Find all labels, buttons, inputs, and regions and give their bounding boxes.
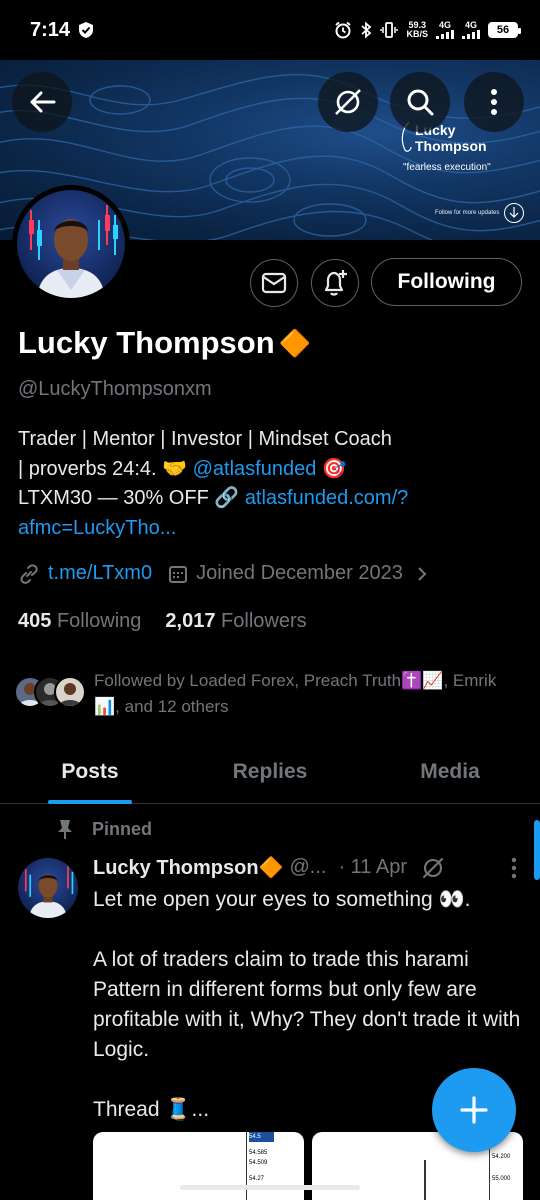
post-author-avatar[interactable] [18, 858, 78, 918]
post-more-icon[interactable] [511, 857, 517, 879]
link-icon [20, 563, 38, 584]
tab-media[interactable]: Media [360, 740, 540, 803]
price-label: 54.5 [249, 1132, 274, 1142]
gesture-home-bar[interactable] [180, 1185, 360, 1190]
more-button[interactable] [464, 72, 524, 132]
alarm-icon [334, 21, 352, 39]
follower-avatar [54, 676, 86, 708]
signal-1-icon: 4G [436, 21, 454, 39]
net-speed-unit: KB/S [406, 29, 428, 39]
grok-icon [335, 89, 361, 115]
status-time-group: 7:14 [30, 19, 94, 42]
verified-emoji: 🔶 [278, 327, 312, 358]
tab-replies[interactable]: Replies [180, 740, 360, 803]
profile-meta: t.me/LTxm0 Joined December 2023 [18, 562, 429, 585]
price-label: 54.27 [249, 1176, 265, 1182]
followers-stat[interactable]: 2,017 Followers [165, 610, 306, 633]
compose-button[interactable] [432, 1068, 516, 1152]
bio-line-3-text: LTXM30 — 30% OFF 🔗 [18, 487, 245, 509]
banner-follow-note: Follow for more updates [435, 210, 500, 216]
profile-handle: @LuckyThompsonxm [18, 378, 212, 400]
status-right: 59.3 KB/S 4G 4G 56 [334, 21, 521, 39]
following-count: 405 [18, 610, 52, 632]
status-time: 7:14 [30, 18, 71, 41]
followers-count: 2,017 [165, 610, 216, 632]
search-button[interactable] [390, 72, 450, 132]
price-label: 54.509 [249, 1160, 268, 1166]
status-bar: 7:14 59.3 KB/S 4G 4G 56 [0, 0, 540, 60]
more-vertical-icon [491, 89, 497, 115]
followed-by[interactable]: Followed by Loaded Forex, Preach Truth✝️… [14, 668, 514, 720]
following-label: Following [56, 610, 142, 632]
price-label: 54.200 [492, 1154, 511, 1160]
profile-stats: 405 Following 2,017 Followers [18, 610, 307, 633]
pin-icon [58, 820, 72, 839]
pinned-label: Pinned [92, 818, 153, 839]
bio-line-1: Trader | Mentor | Investor | Mindset Coa… [18, 428, 392, 450]
battery-level: 56 [496, 24, 510, 36]
notifications-button[interactable] [311, 259, 359, 307]
battery-icon: 56 [488, 22, 521, 38]
brand-line-2: Thompson [415, 138, 487, 154]
display-name-text: Lucky Thompson [18, 325, 275, 360]
banner-tagline: "fearless execution" [403, 162, 491, 173]
shield-check-icon [78, 21, 94, 39]
tab-posts[interactable]: Posts [0, 740, 180, 803]
followed-by-avatars [14, 676, 86, 708]
back-button[interactable] [12, 72, 72, 132]
vibrate-icon [380, 21, 399, 39]
candle-wick [424, 1160, 426, 1200]
signal-1-label: 4G [438, 20, 451, 30]
post-author-name[interactable]: Lucky Thompson🔶 [93, 855, 283, 880]
pinned-indicator: Pinned [56, 818, 152, 840]
scrollbar[interactable] [534, 820, 540, 880]
joined-date: Joined December 2023 [196, 562, 403, 584]
profile-tabs: Posts Replies Media [0, 740, 540, 804]
mail-icon [261, 272, 287, 294]
bio-line-2-emoji: 🎯 [316, 457, 347, 480]
search-icon [407, 89, 434, 116]
down-arrow-icon [504, 203, 524, 223]
grok-icon[interactable] [421, 856, 445, 880]
profile-avatar[interactable] [12, 185, 130, 303]
chevron-right-icon[interactable] [415, 565, 429, 583]
followers-label: Followers [221, 610, 307, 632]
bio-url-link-cont[interactable]: afmc=LuckyTho... [18, 517, 176, 539]
calendar-icon [169, 565, 188, 583]
following-button[interactable]: Following [371, 258, 522, 306]
bio-mention-link[interactable]: @atlasfunded [193, 458, 317, 480]
grok-button[interactable] [318, 72, 378, 132]
bio-url-link[interactable]: atlasfunded.com/? [245, 487, 408, 509]
net-speed: 59.3 KB/S [406, 21, 428, 39]
profile-avatar-image [17, 190, 125, 298]
following-stat[interactable]: 405 Following [18, 610, 141, 633]
website-link[interactable]: t.me/LTxm0 [48, 562, 152, 585]
plus-icon [460, 1096, 488, 1124]
post-author-handle[interactable]: @... [289, 856, 326, 879]
post-header: Lucky Thompson🔶 @... · 11 Apr [93, 855, 533, 880]
bio-line-3: LTXM30 — 30% OFF 🔗 atlasfunded.com/? [18, 484, 518, 514]
bell-plus-icon [324, 270, 347, 296]
price-label: 54.585 [249, 1150, 268, 1156]
signal-2-icon: 4G [462, 21, 480, 39]
signal-2-label: 4G [464, 20, 477, 30]
profile-display-name: Lucky Thompson 🔶 [18, 325, 311, 361]
price-label: 55.000 [492, 1176, 511, 1182]
bio-line-2-text: | proverbs 24:4. 🤝 [18, 457, 193, 480]
bio-line-4: afmc=LuckyTho... [18, 514, 518, 544]
bio-line-2: | proverbs 24:4. 🤝 @atlasfunded 🎯 [18, 455, 518, 485]
profile-bio: Trader | Mentor | Investor | Mindset Coa… [18, 425, 518, 543]
message-button[interactable] [250, 259, 298, 307]
post-date[interactable]: · 11 Apr [338, 856, 407, 879]
back-arrow-icon [30, 91, 56, 113]
bluetooth-icon [360, 21, 372, 39]
followed-by-text: Followed by Loaded Forex, Preach Truth✝️… [94, 671, 497, 716]
